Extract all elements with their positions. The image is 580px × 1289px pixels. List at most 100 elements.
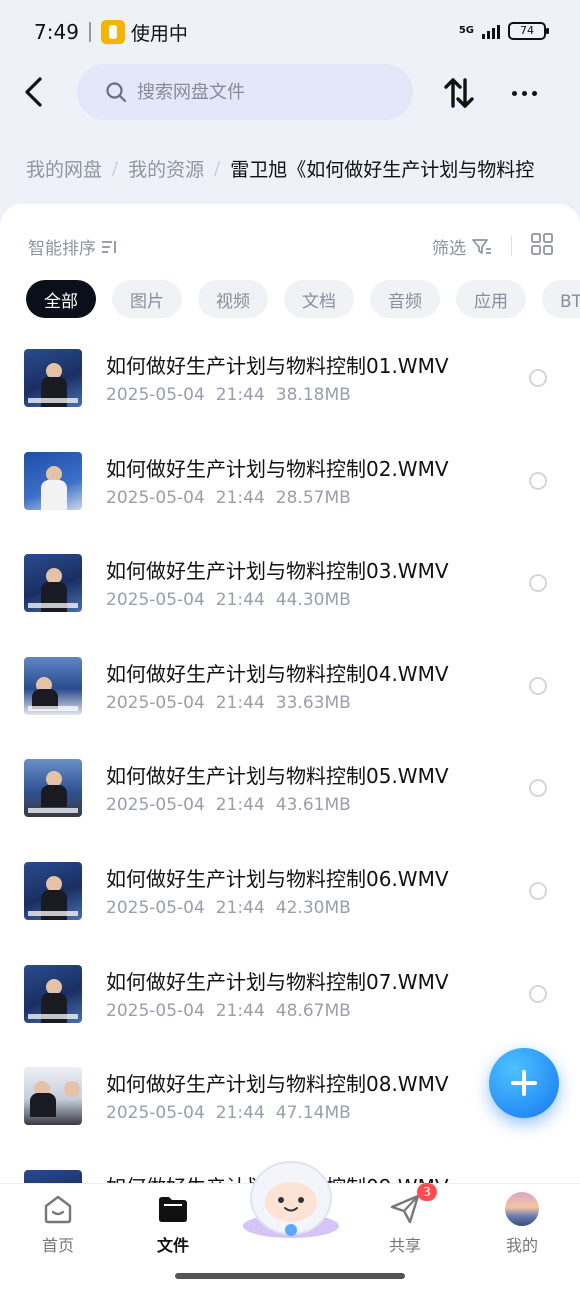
- file-name: 如何做好生产计划与物料控制04.WMV: [106, 661, 449, 686]
- file-size: 38.18MB: [275, 385, 351, 405]
- select-radio[interactable]: [529, 881, 547, 900]
- ai-assistant-mascot[interactable]: [236, 1152, 346, 1240]
- breadcrumb-current-folder: 雷卫旭《如何做好生产计划与物料控: [230, 158, 535, 181]
- mascot-icon: [243, 1161, 339, 1238]
- chip-documents[interactable]: 文档: [284, 280, 354, 318]
- flashlight-app-icon: [100, 20, 125, 44]
- file-name: 如何做好生产计划与物料控制05.WMV: [106, 764, 449, 789]
- breadcrumb-separator: /: [112, 157, 119, 179]
- file-meta: 2025-05-04 21:44 28.57MB: [106, 488, 362, 508]
- tab-home[interactable]: 首页: [18, 1192, 98, 1262]
- breadcrumb-item-my-drive[interactable]: 我的网盘: [26, 155, 102, 182]
- search-icon: [106, 82, 127, 103]
- file-time: 21:44: [215, 385, 265, 405]
- transfer-sort-button[interactable]: [440, 74, 478, 112]
- signal-icon: [482, 23, 500, 39]
- sort-lines-icon: [102, 240, 116, 253]
- video-thumbnail: [24, 656, 82, 715]
- battery-icon: 74: [508, 22, 549, 40]
- add-button[interactable]: [489, 1048, 559, 1118]
- tab-files-label: 文件: [156, 1236, 189, 1255]
- home-icon: [44, 1195, 72, 1224]
- avatar: [505, 1192, 539, 1226]
- file-size: 33.63MB: [275, 692, 351, 713]
- file-meta: 2025-05-04 21:44 42.30MB: [106, 898, 362, 918]
- file-date: 2025-05-04: [106, 385, 205, 405]
- file-meta: 2025-05-04 21:44 38.18MB: [106, 385, 362, 405]
- file-size: 28.57MB: [275, 487, 351, 508]
- file-name: 如何做好生产计划与物料控制03.WMV: [106, 559, 449, 584]
- sort-arrows-icon: [444, 78, 474, 108]
- smart-sort-button[interactable]: 智能排序: [28, 234, 118, 259]
- file-row[interactable]: 如何做好生产计划与物料控制03.WMV 2025-05-04 21:44 44.30…: [0, 527, 580, 630]
- breadcrumb-item-my-resources[interactable]: 我的资源: [128, 155, 204, 182]
- file-name: 如何做好生产计划与物料控制01.WMV: [106, 354, 449, 378]
- chip-apps[interactable]: 应用: [456, 280, 526, 318]
- video-thumbnail: [24, 861, 82, 920]
- file-meta: 2025-05-04 21:44 44.30MB: [106, 590, 362, 610]
- filter-button[interactable]: 筛选: [432, 234, 492, 259]
- status-indicators: 5G 74: [459, 22, 549, 40]
- top-bar: [0, 62, 580, 122]
- select-radio[interactable]: [529, 369, 547, 387]
- file-row[interactable]: 如何做好生产计划与物料控制04.WMV 2025-05-04 21:44 33.63…: [0, 630, 580, 733]
- chip-audio[interactable]: 音频: [370, 280, 440, 318]
- share-badge: 3: [417, 1183, 437, 1201]
- file-row[interactable]: 如何做好生产计划与物料控制06.WMV 2025-05-04 21:44 42.30…: [0, 835, 580, 938]
- dot-icon: [511, 90, 517, 96]
- file-date: 2025-05-04: [106, 692, 205, 713]
- tab-me-label: 我的: [505, 1236, 538, 1255]
- video-thumbnail: [24, 349, 82, 407]
- sort-filter-row: 智能排序 筛选: [28, 230, 558, 260]
- smart-sort-label: 智能排序: [28, 239, 96, 259]
- video-thumbnail: [24, 1067, 82, 1126]
- search-input[interactable]: [137, 81, 397, 103]
- chip-videos[interactable]: 视频: [198, 280, 268, 318]
- select-radio[interactable]: [529, 676, 547, 695]
- divider: [511, 236, 512, 256]
- file-size: 43.61MB: [275, 795, 351, 816]
- tab-files[interactable]: 文件: [133, 1192, 213, 1262]
- video-thumbnail: [24, 759, 82, 818]
- breadcrumb: 我的网盘 / 我的资源 / 雷卫旭《如何做好生产计划与物料控: [26, 150, 580, 186]
- more-options-button[interactable]: [505, 74, 543, 112]
- status-bar: 7:49 使用中 5G 74: [0, 0, 580, 64]
- file-date: 2025-05-04: [106, 1103, 205, 1124]
- select-radio[interactable]: [529, 779, 547, 798]
- home-indicator: [175, 1273, 405, 1279]
- file-panel: 智能排序 筛选 全部 图片 视频 文档 音频 应用 BT 如何做好生产计划与物料…: [0, 204, 580, 1228]
- file-name: 如何做好生产计划与物料控制07.WMV: [106, 969, 449, 994]
- tab-me[interactable]: 我的: [482, 1192, 562, 1262]
- tab-share[interactable]: 共享: [365, 1192, 445, 1262]
- file-meta: 2025-05-04 21:44 48.67MB: [106, 1001, 362, 1021]
- select-radio[interactable]: [529, 984, 547, 1003]
- chip-all[interactable]: 全部: [26, 280, 96, 318]
- file-date: 2025-05-04: [106, 590, 205, 611]
- chip-bt[interactable]: BT种: [542, 280, 580, 318]
- file-meta: 2025-05-04 21:44 47.14MB: [106, 1103, 362, 1123]
- file-time: 21:44: [215, 1103, 265, 1124]
- file-row[interactable]: 如何做好生产计划与物料控制02.WMV 2025-05-04 21:44 28.57…: [0, 425, 580, 528]
- file-time: 21:44: [215, 1000, 265, 1021]
- file-time: 21:44: [215, 590, 265, 611]
- folder-icon: [159, 1197, 187, 1222]
- funnel-icon: [472, 238, 491, 254]
- search-bar[interactable]: [77, 64, 413, 120]
- file-date: 2025-05-04: [106, 897, 205, 918]
- file-name: 如何做好生产计划与物料控制08.WMV: [106, 1072, 449, 1097]
- chip-images[interactable]: 图片: [112, 280, 182, 318]
- paper-plane-icon: [390, 1194, 420, 1224]
- select-radio[interactable]: [529, 471, 547, 490]
- file-date: 2025-05-04: [106, 487, 205, 508]
- select-radio[interactable]: [529, 574, 547, 593]
- file-meta: 2025-05-04 21:44 43.61MB: [106, 795, 362, 815]
- breadcrumb-separator: /: [214, 157, 221, 179]
- file-row[interactable]: 如何做好生产计划与物料控制01.WMV 2025-05-04 21:44 38.18…: [0, 322, 580, 425]
- file-time: 21:44: [215, 487, 265, 508]
- file-row[interactable]: 如何做好生产计划与物料控制07.WMV 2025-05-04 21:44 48.67…: [0, 938, 580, 1041]
- file-time: 21:44: [215, 692, 265, 713]
- back-button[interactable]: [18, 72, 50, 112]
- file-size: 42.30MB: [275, 897, 351, 918]
- file-row[interactable]: 如何做好生产计划与物料控制05.WMV 2025-05-04 21:44 43.61…: [0, 732, 580, 835]
- grid-view-button[interactable]: [530, 232, 554, 256]
